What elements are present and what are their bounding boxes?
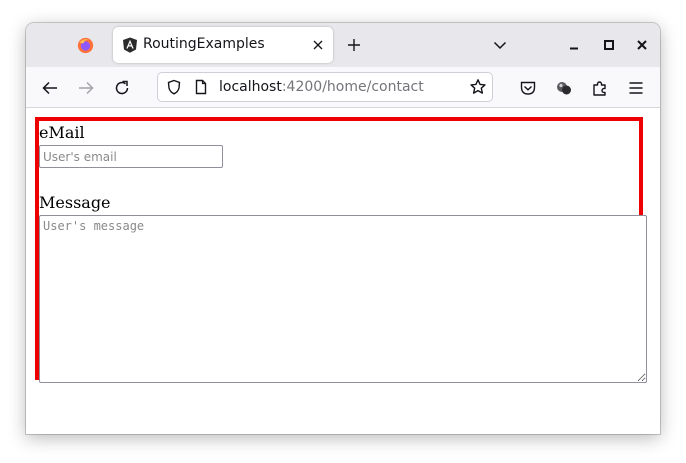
forward-arrow-icon[interactable] [77,79,95,97]
back-arrow-icon[interactable] [41,79,59,97]
bookmark-star-icon[interactable] [469,78,487,96]
hamburger-menu-icon[interactable] [627,79,645,97]
page-content: eMail Message [26,108,660,434]
email-field[interactable] [39,145,223,168]
firefox-logo-icon[interactable] [77,37,94,54]
minimize-icon[interactable] [568,39,580,51]
tab-close-icon[interactable] [311,38,325,52]
tab-bar: RoutingExamples [26,23,660,67]
tab-title: RoutingExamples [143,36,265,52]
close-icon[interactable] [636,39,648,51]
tracking-protection-shield-icon[interactable] [166,79,182,95]
pocket-icon[interactable] [519,79,537,97]
url-path: :4200/home/contact [281,79,424,95]
message-label: Message [39,193,111,212]
extension-avatar-icon[interactable] [555,79,573,97]
maximize-icon[interactable] [603,39,615,51]
chevron-down-icon[interactable] [493,39,507,51]
angular-logo-icon [123,37,137,53]
navigation-toolbar: localhost:4200/home/contact [26,67,660,108]
address-bar[interactable]: localhost:4200/home/contact [157,72,493,102]
url-text[interactable]: localhost:4200/home/contact [219,79,424,95]
tab-routingexamples[interactable]: RoutingExamples [113,27,333,63]
reload-icon[interactable] [113,79,131,97]
browser-window: RoutingExamples localhost:4200/home/cont… [26,23,660,434]
extensions-puzzle-icon[interactable] [591,79,609,97]
message-textarea[interactable] [39,215,647,383]
page-info-icon[interactable] [193,79,209,95]
email-label: eMail [39,123,85,142]
new-tab-plus-icon[interactable] [347,38,361,52]
url-host: localhost [219,79,282,95]
